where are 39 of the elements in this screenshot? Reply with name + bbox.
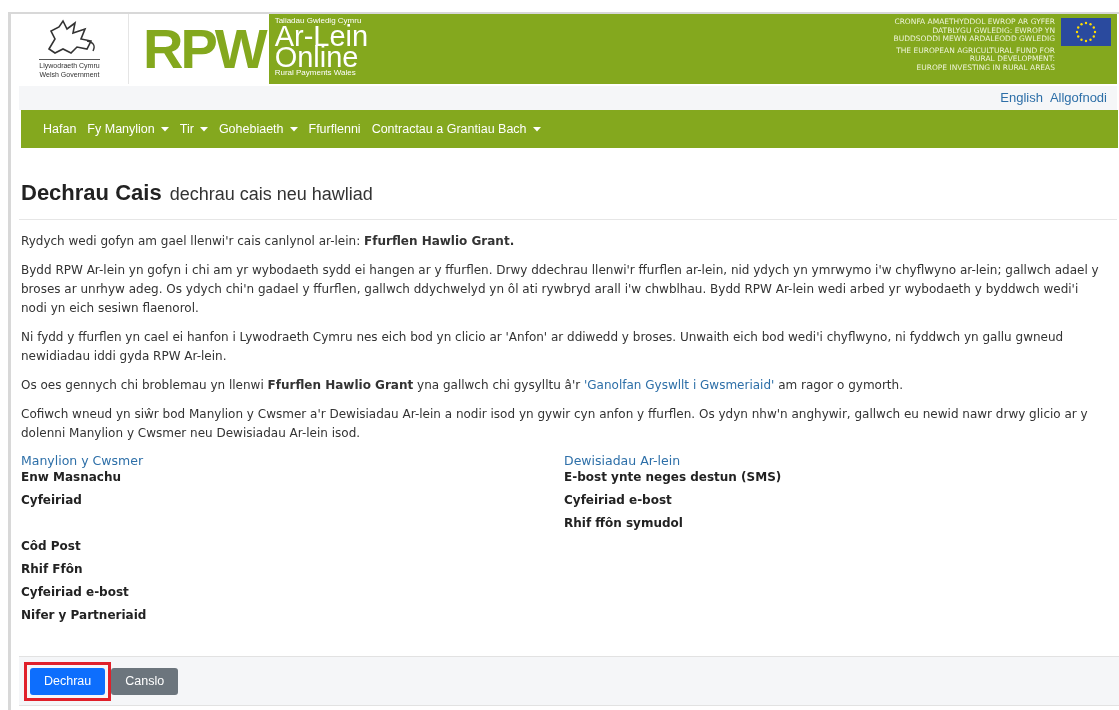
top-link[interactable]: Allgofnodi bbox=[1049, 88, 1107, 108]
field-label: Cyfeiriad e-bost bbox=[564, 492, 672, 508]
paragraph: Cofiwch wneud yn siŵr bod Manylion y Cwsmer a'r Dewisiadau Ar-lein a nodir isod yn gywir cyn anfon y ffurflen. Os ydyn nhw'n anghywir, gallwch eu newid nawr drwy glicio ar y dolenni Manylion y Cwsmer neu Dewisiadau Ar-lein isod. bbox=[21, 406, 1089, 442]
field-label: Rhif ffôn symudol bbox=[564, 515, 683, 531]
caret-icon bbox=[199, 126, 208, 132]
caret-icon bbox=[289, 126, 298, 132]
paragraph: Os oes gennych chi broblemau yn llenwi Ffurflen Hawlio Grant yna gallwch chi gysylltu â'r 'Ganolfan Gyswllt i Gwsmeriaid' am ragor o gymorth. bbox=[21, 377, 904, 394]
brand-logo: RPW bbox=[142, 16, 267, 82]
field-label: Rhif Ffôn bbox=[21, 561, 83, 577]
caret-icon bbox=[160, 126, 169, 132]
paragraph: Ni fydd y ffurflen yn cael ei hanfon i Lywodraeth Cymru nes eich bod yn clicio ar 'Anfon' ar ddiwedd y broses. Unwaith eich bod wedi'i chyflwyno, ni fyddwch yn gallu gwneud newidiadau iddi gyda RPW Ar-lein. bbox=[21, 329, 1065, 365]
tagline: Taliadau Gwledig Cymru bbox=[274, 16, 362, 25]
secondary-button[interactable]: Canslo bbox=[111, 667, 179, 695]
page-title: Dechrau Cais bbox=[21, 179, 162, 207]
tagline-title: Ar-Lein bbox=[274, 26, 369, 47]
field-label: Nifer y Partneriaid bbox=[21, 607, 147, 623]
tagline-title: Online bbox=[274, 47, 359, 68]
page-subtitle: dechrau cais neu hawliad bbox=[169, 183, 373, 206]
nav-item[interactable]: Contractau a Grantiau Bach bbox=[371, 119, 541, 139]
field-label: Côd Post bbox=[21, 538, 81, 554]
top-link[interactable]: English bbox=[1000, 88, 1043, 108]
field-label: Cyfeiriad bbox=[21, 492, 82, 508]
nav-item[interactable]: Gohebiaeth bbox=[218, 119, 298, 139]
primary-button[interactable]: Dechrau bbox=[30, 667, 106, 695]
nav-item[interactable]: Tir bbox=[179, 119, 208, 139]
field-label: Cyfeiriad e-bost bbox=[21, 584, 129, 600]
section-link[interactable]: Manylion y Cwsmer bbox=[21, 453, 144, 469]
nav-item[interactable]: Ffurflenni bbox=[308, 119, 361, 139]
field-label: E-bost ynte neges destun (SMS) bbox=[564, 469, 782, 485]
caret-icon bbox=[532, 126, 541, 132]
paragraph: Rydych wedi gofyn am gael llenwi'r cais canlynol ar-lein: Ffurflen Hawlio Grant. bbox=[21, 233, 516, 250]
nav-item[interactable]: Fy Manylion bbox=[87, 119, 169, 139]
eu-flag-icon bbox=[1061, 18, 1111, 46]
tagline: Rural Payments Wales bbox=[274, 68, 357, 78]
paragraph: Bydd RPW Ar-lein yn gofyn i chi am yr wybodaeth sydd ei hangen ar y ffurflen. Drwy ddechrau llenwi'r ffurflen ar-lein, nid ydych yn ymrwymo i'w chyflwyno ar-lein; gallwch adael y broses ar unrhyw adeg. Os ydych chi'n gadael y ffurflen, gallwch ddychwelyd yn ôl ati rywbryd arall i'w chwblhau. Bydd RPW Ar-lein wedi arbed yr wybodaeth y byddwch wedi'i nodi yn eich sesiwn flaenorol. bbox=[21, 262, 1100, 317]
field-label: Enw Masnachu bbox=[21, 469, 122, 485]
section-link[interactable]: Dewisiadau Ar-lein bbox=[564, 453, 681, 469]
contact-link[interactable]: 'Ganolfan Gyswllt i Gwsmeriaid' bbox=[584, 378, 775, 392]
nav-item[interactable]: Hafan bbox=[43, 119, 77, 139]
